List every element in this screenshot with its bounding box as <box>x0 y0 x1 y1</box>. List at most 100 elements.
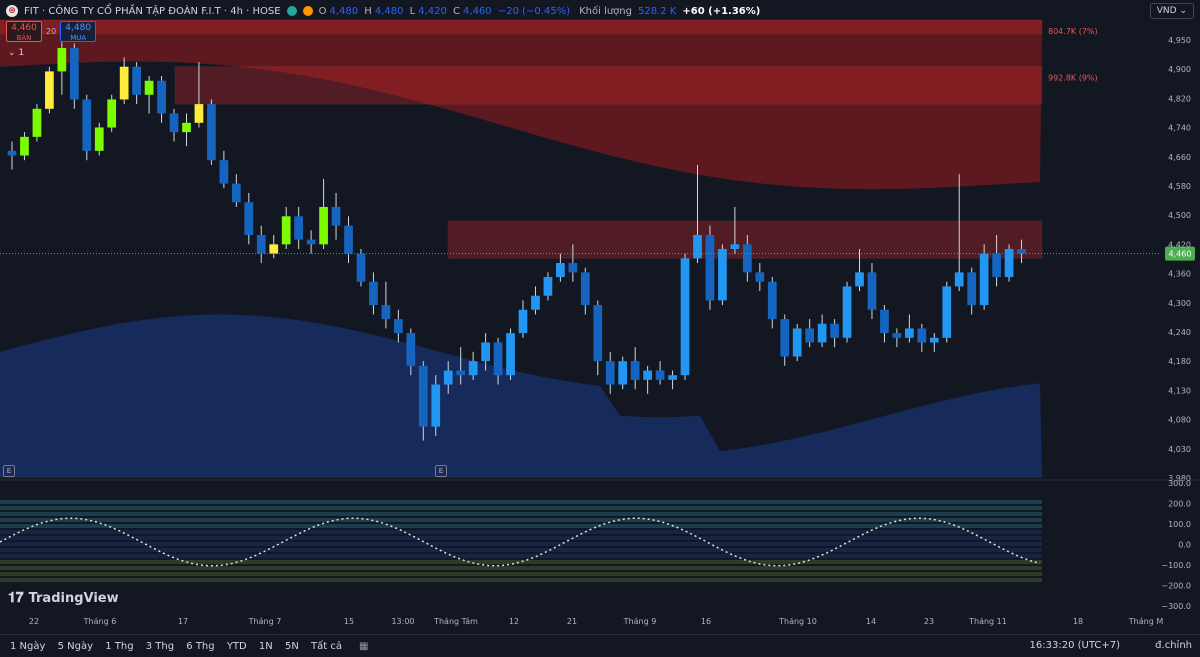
range-buttons: 1 Ngày 5 Ngày 1 Thg 3 Thg 6 Thg YTD 1N 5… <box>10 641 351 652</box>
indicator-heat-row <box>0 578 1042 582</box>
candle-body <box>992 253 1001 278</box>
candle-body <box>207 104 216 161</box>
range-5y[interactable]: 5N <box>285 641 299 652</box>
candle-body <box>443 370 453 385</box>
range-all[interactable]: Tất cả <box>311 641 342 652</box>
range-ytd[interactable]: YTD <box>227 641 247 652</box>
candle-body <box>855 272 864 287</box>
x-axis-tick: 16 <box>701 617 711 626</box>
x-axis-tick: Tháng 11 <box>968 617 1007 626</box>
clock[interactable]: 16:33:20 (UTC+7) <box>1030 640 1120 651</box>
candle-body <box>7 150 17 156</box>
calendar-icon[interactable]: ▦ <box>359 641 368 652</box>
candle-body <box>281 216 291 245</box>
indicator-collapse-toggle[interactable]: ⌄ 1 <box>8 48 24 58</box>
tradingview-mark-icon: 𝟏𝟕 <box>8 590 24 606</box>
range-1y[interactable]: 1N <box>259 641 273 652</box>
tradingview-logo[interactable]: 𝟏𝟕 TradingView <box>8 590 119 606</box>
candle-body <box>169 113 179 133</box>
earnings-icon[interactable]: E <box>3 465 15 477</box>
status-dot-icon <box>286 6 297 16</box>
indicator-heat-row <box>0 530 1042 534</box>
candle-body <box>580 272 590 306</box>
earnings-icon[interactable]: E <box>435 465 447 477</box>
range-5d[interactable]: 5 Ngày <box>58 641 93 652</box>
last-price-label: 4,460 <box>1169 250 1192 259</box>
x-axis-tick: Tháng M <box>1128 617 1164 626</box>
symbol-logo-icon: ⊛ <box>6 5 18 17</box>
candle-body <box>556 263 565 278</box>
candle-body <box>693 234 702 259</box>
candle-body <box>219 160 229 184</box>
y-axis-tick: 4,420 <box>1168 240 1191 249</box>
indicator-tick: 0.0 <box>1178 541 1191 550</box>
buy-button[interactable]: 4,480 MUA <box>60 21 97 42</box>
lower-cloud-band <box>0 272 1042 478</box>
y-axis-tick: 4,820 <box>1168 94 1191 103</box>
currency-select[interactable]: VND ⌄ <box>1149 3 1194 19</box>
range-3m[interactable]: 3 Thg <box>146 641 174 652</box>
candle-body <box>144 80 154 95</box>
indicator-heat-row <box>0 560 1042 564</box>
x-axis-tick: Tháng 9 <box>623 617 657 626</box>
range-6m[interactable]: 6 Thg <box>186 641 214 652</box>
sell-button[interactable]: 4,460 BÁN <box>6 21 42 42</box>
x-axis-tick: 13:00 <box>391 617 414 626</box>
indicator-tick: 100.0 <box>1168 520 1191 529</box>
x-axis-tick: 21 <box>567 617 577 626</box>
supply-zone <box>0 19 1043 35</box>
indicator-heat-row <box>0 572 1042 576</box>
candle-body <box>468 361 478 376</box>
candle-body <box>805 328 815 343</box>
candle-body <box>518 309 528 334</box>
price-chart[interactable]: 804.7K (7%) 992.8K (9%) 4,460 4,950 4,900 4,8… <box>0 0 1200 656</box>
y-axis-tick: 4,580 <box>1168 182 1191 191</box>
y-axis-tick: 4,300 <box>1168 299 1191 308</box>
indicator-heat-row <box>0 566 1042 570</box>
candle-body <box>119 66 129 100</box>
candle-body <box>244 202 254 235</box>
candle-body <box>418 365 428 427</box>
y-axis-tick: 4,240 <box>1168 328 1191 337</box>
candle-body <box>618 361 628 385</box>
candle-body <box>954 272 964 287</box>
range-1d[interactable]: 1 Ngày <box>10 641 45 652</box>
y-axis-tick: 4,950 <box>1168 36 1191 45</box>
candle-body <box>481 342 490 362</box>
x-axis-tick: 14 <box>866 617 876 626</box>
candle-body <box>45 71 54 109</box>
x-axis-tick: Tháng Tám <box>433 617 478 626</box>
indicator-heat-row <box>0 536 1042 540</box>
candle-body <box>381 305 391 320</box>
symbol-title[interactable]: FIT · CÔNG TY CỔ PHẦN TẬP ĐOÀN F.I.T · 4… <box>24 6 281 17</box>
ohlc-values: O 4,480 H 4,480 L 4,420 C 4,460 −20 (−0.45%) <box>318 5 571 17</box>
candle-body <box>157 80 166 114</box>
candle-body <box>979 253 989 306</box>
x-axis-tick: Tháng 7 <box>248 617 282 626</box>
y-axis-tick: 4,180 <box>1168 357 1191 366</box>
range-1m[interactable]: 1 Thg <box>105 641 133 652</box>
indicator-heat-row <box>0 554 1042 558</box>
y-axis-tick: 4,740 <box>1168 124 1191 133</box>
candle-body <box>867 272 877 310</box>
candle-body <box>680 258 690 376</box>
candle-body <box>767 281 777 320</box>
candle-body <box>132 66 141 95</box>
indicator-heat-row <box>0 512 1042 516</box>
candle-body <box>742 244 752 273</box>
candle-body <box>69 48 79 100</box>
candle-body <box>830 323 839 338</box>
candle-body <box>967 272 977 306</box>
candle-body <box>107 99 117 128</box>
spread-value: 20 <box>46 27 57 36</box>
candle-body <box>605 361 615 385</box>
candle-body <box>369 281 378 306</box>
data-delay-icon[interactable] <box>302 6 313 16</box>
candle-body <box>20 136 29 156</box>
adjust-button[interactable]: đ.chỉnh <box>1155 640 1192 651</box>
volume-label: Khối lượng <box>579 5 632 17</box>
indicator-tick: 300.0 <box>1168 479 1191 488</box>
zone-label: 804.7K (7%) <box>1048 27 1098 36</box>
volume-value: 528.2 K <box>637 5 677 17</box>
y-axis-tick: 4,660 <box>1168 153 1191 162</box>
